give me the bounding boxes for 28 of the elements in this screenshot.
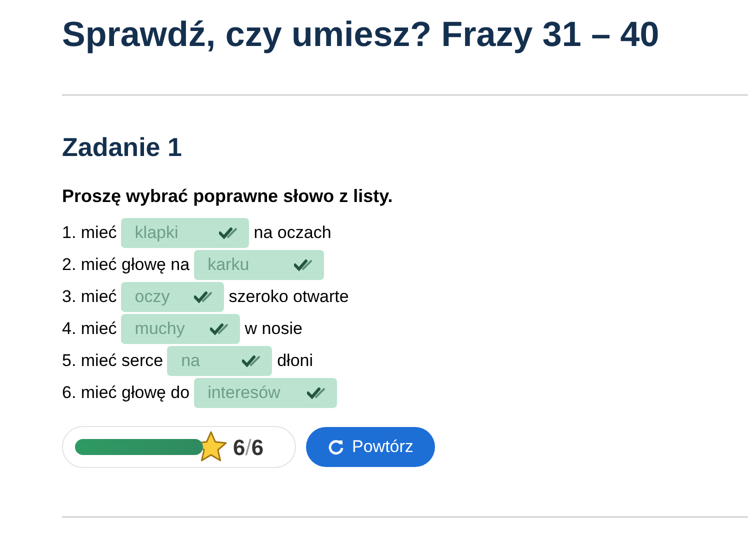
double-check-icon bbox=[210, 322, 230, 336]
double-check-icon bbox=[218, 226, 239, 240]
phrase-text: dłoni bbox=[277, 350, 314, 372]
double-check-icon bbox=[294, 258, 314, 272]
answer-dropdown[interactable]: na bbox=[167, 346, 272, 376]
phrase-text: 5. mieć serce bbox=[62, 350, 164, 372]
phrase-text: szeroko otwarte bbox=[228, 286, 349, 308]
double-check-icon bbox=[194, 290, 214, 304]
task-heading: Zadanie 1 bbox=[62, 131, 183, 164]
answer-dropdown[interactable]: interesów bbox=[194, 378, 337, 408]
refresh-icon bbox=[328, 439, 344, 455]
phrase-text: w nosie bbox=[244, 318, 302, 340]
double-check-icon bbox=[242, 354, 262, 368]
double-check-icon bbox=[306, 386, 327, 400]
answer-dropdown[interactable]: muchy bbox=[120, 314, 240, 344]
phrase-text: 3. mieć bbox=[62, 286, 117, 308]
answer-dropdown[interactable]: oczy bbox=[120, 282, 224, 312]
phrase-text: 6. mieć głowę do bbox=[62, 382, 190, 404]
answer-dropdown[interactable]: karku bbox=[194, 250, 324, 280]
page-title: Sprawdź, czy umiesz? Frazy 31 – 40 bbox=[62, 14, 660, 56]
phrase-text: na oczach bbox=[254, 222, 332, 244]
repeat-button[interactable]: Powtórz bbox=[306, 427, 436, 467]
phrase-text: 2. mieć głowę na bbox=[62, 254, 190, 276]
answer-dropdown[interactable]: klapki bbox=[120, 218, 249, 248]
phrase-text: 1. mieć bbox=[62, 222, 117, 244]
phrase-text: 4. mieć bbox=[62, 318, 117, 340]
score-text: 6/6 bbox=[233, 434, 264, 462]
instruction-text: Proszę wybrać poprawne słowo z listy. bbox=[62, 185, 394, 208]
